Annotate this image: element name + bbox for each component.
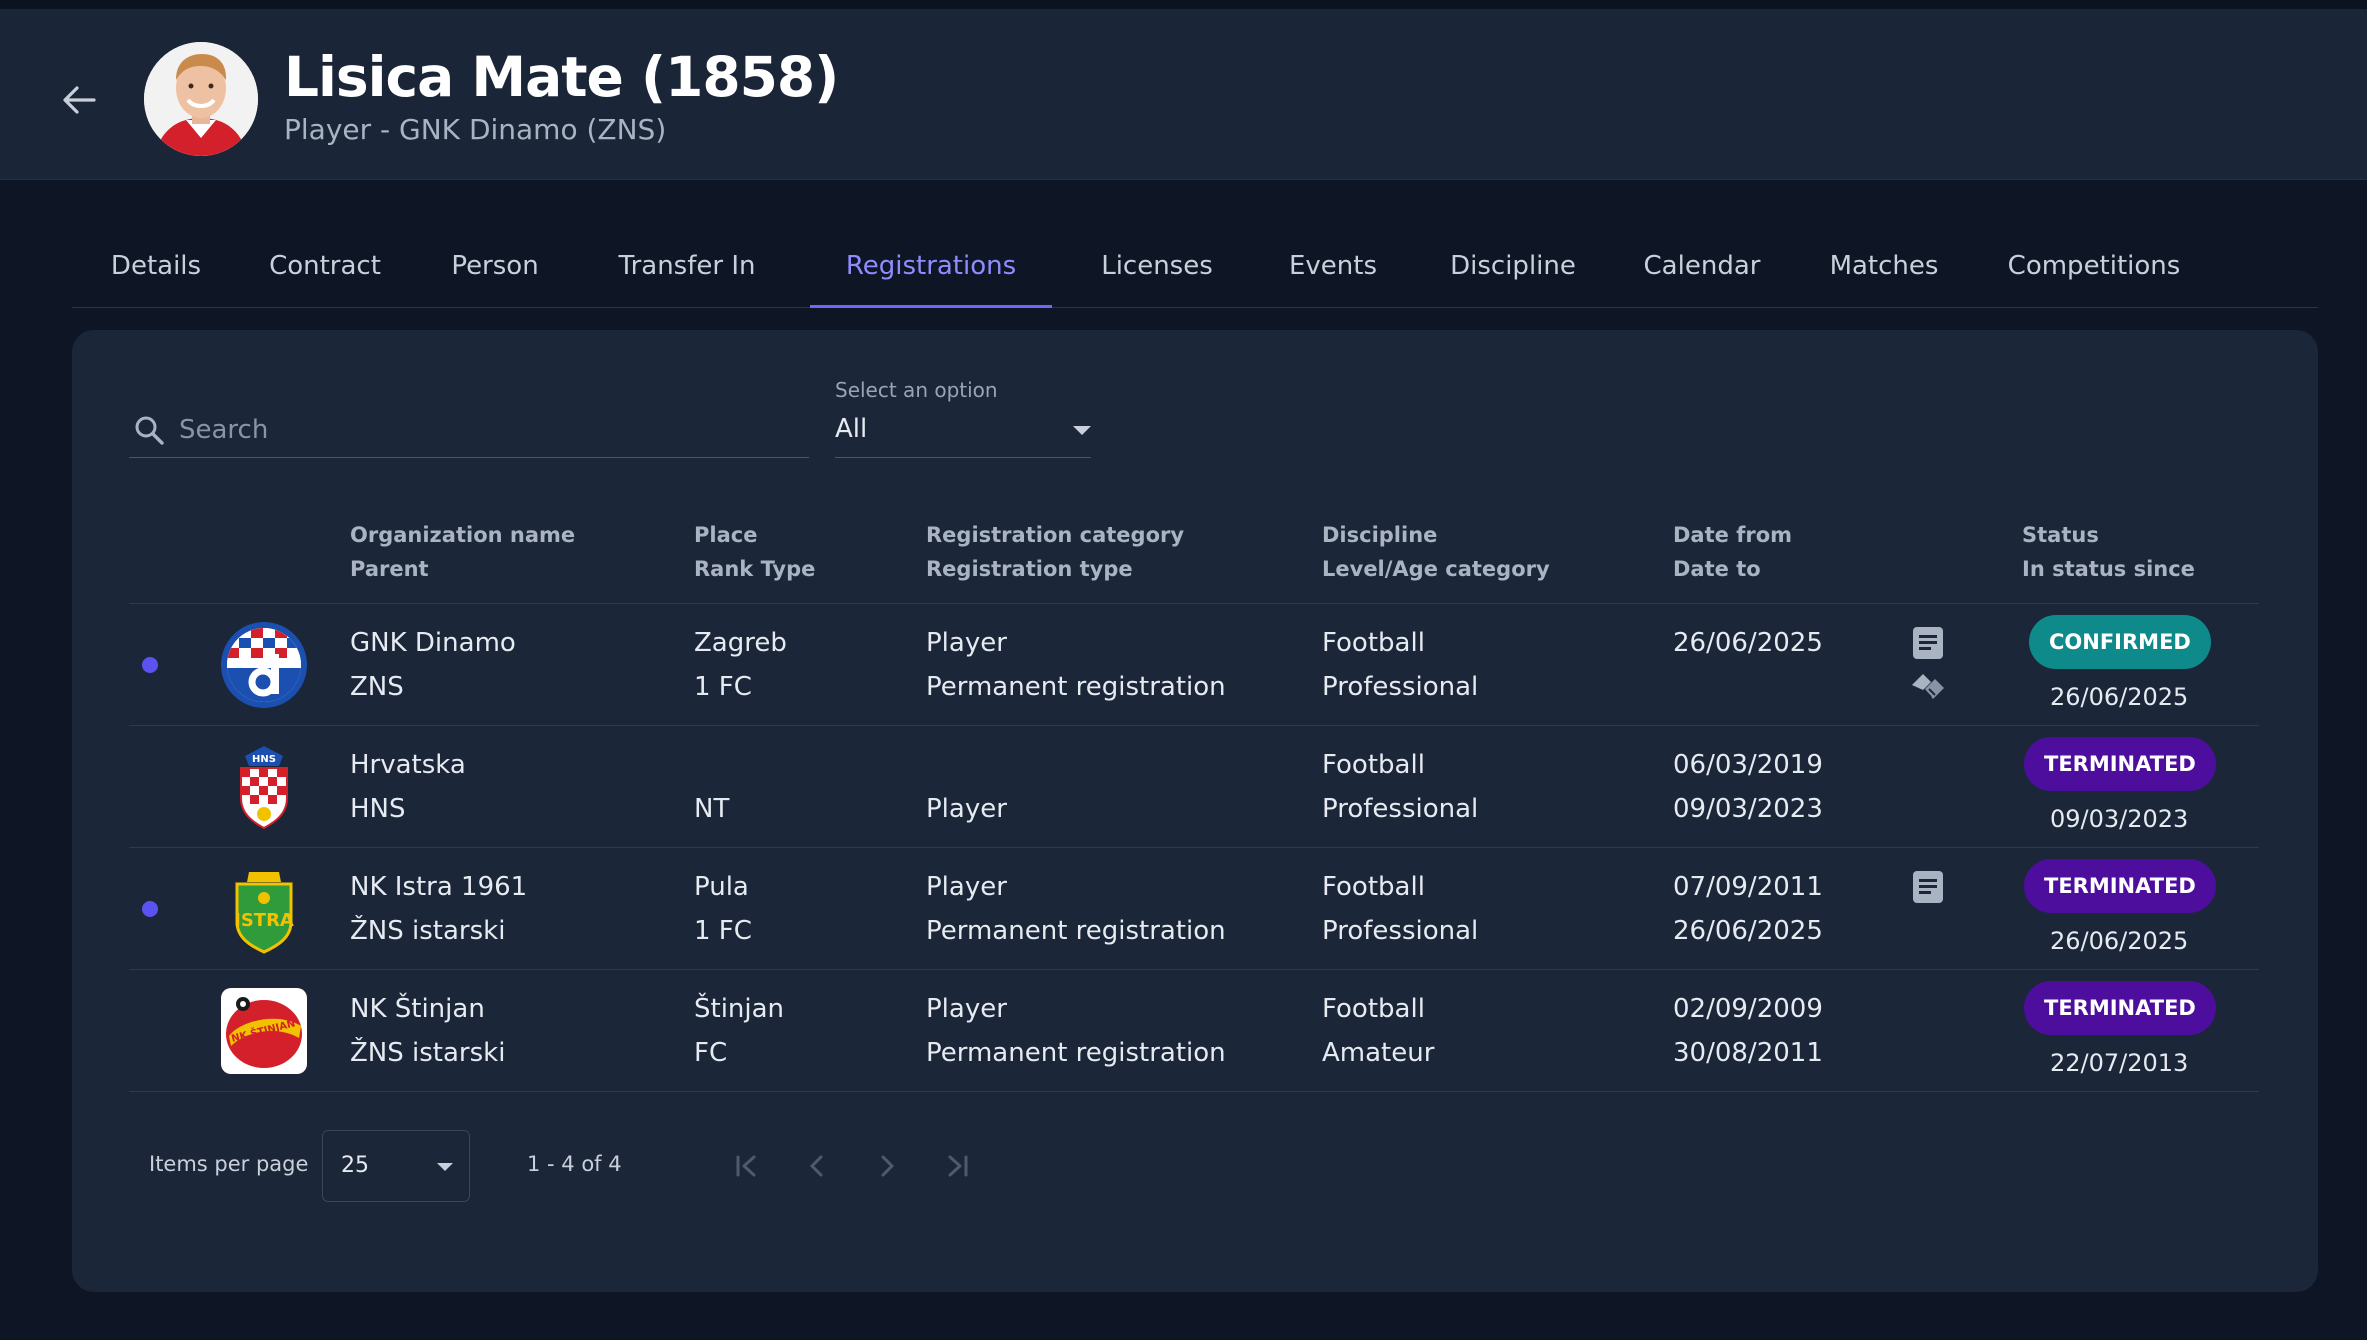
handshake-icon[interactable] [1909,667,1947,705]
status-since: 26/06/2025 [2050,683,2189,711]
status-since: 09/03/2023 [2050,805,2189,833]
chevron-right-icon [881,1155,894,1177]
registration-cell: Player Permanent registration [926,628,1226,702]
place-cell: Pula 1 FC [694,872,752,946]
next-page-button[interactable] [867,1146,907,1186]
discipline-cell: Football Professional [1322,628,1479,702]
registrations-card: Select an option All Organization namePa… [72,330,2318,1292]
header-registration: Registration category Registration type [926,523,1185,581]
dates-cell: 07/09/2011 26/06/2025 [1673,872,1823,946]
svg-text:ISTRA: ISTRA [234,910,294,931]
header-organization: Organization name Parent [350,523,576,581]
org-cell: NK Štinjan ŽNS istarski [350,994,506,1068]
dinamo-logo [221,622,307,708]
table-header: Organization name Parent Place Rank Type R… [129,500,2259,604]
tab-registrations[interactable]: Registrations [810,232,1052,308]
place-cell: Štinjan FC [694,994,785,1068]
first-page-icon [736,1155,756,1177]
status-badge: CONFIRMED [2029,615,2211,669]
pagination: Items per page 25 1 - 4 of 4 [129,1130,1029,1202]
items-per-page-select[interactable]: 25 [322,1130,470,1202]
page-header: Lisica Mate (1858) Player - GNK Dinamo (… [0,9,2367,180]
unread-dot [142,901,158,917]
registration-cell: Player Permanent registration [926,872,1226,946]
tab-details[interactable]: Details [72,232,240,308]
status-badge: TERMINATED [2024,737,2216,791]
tab-events[interactable]: Events [1248,232,1418,308]
header-status: Status In status since [2022,523,2195,581]
status-badge: TERMINATED [2024,981,2216,1035]
tab-matches[interactable]: Matches [1796,232,1972,308]
status-badge: TERMINATED [2024,859,2216,913]
document-icon[interactable] [1909,624,1947,662]
header-place: Place Rank Type [694,523,816,581]
search-input[interactable] [179,414,779,445]
svg-text:HNS: HNS [252,754,276,765]
tab-calendar[interactable]: Calendar [1608,232,1796,308]
first-page-button[interactable] [727,1146,767,1186]
tab-discipline[interactable]: Discipline [1418,232,1608,308]
place-cell: NT [694,794,730,824]
status-since: 22/07/2013 [2050,1049,2189,1077]
stinjan-logo: NK ŠTINJAN [221,988,307,1074]
org-cell: Hrvatska HNS [350,750,466,824]
tab-transfer-in[interactable]: Transfer In [580,232,794,308]
discipline-cell: Football Professional [1322,872,1479,946]
top-strip [0,0,2367,9]
previous-page-button[interactable] [797,1146,837,1186]
chevron-down-icon [1073,426,1091,435]
discipline-cell: Football Amateur [1322,994,1435,1068]
dates-cell: 26/06/2025 [1673,628,1823,658]
page-title: Lisica Mate (1858) [284,45,839,109]
table-row[interactable]: ISTRA NK Istra 1961 ŽNS istarski Pula 1 FC… [129,848,2259,970]
tab-contract[interactable]: Contract [240,232,410,308]
header-dates: Date from Date to [1673,523,1792,581]
search-icon [135,416,164,445]
place-cell: Zagreb 1 FC [694,628,787,702]
tab-competitions[interactable]: Competitions [1972,232,2216,308]
registration-cell: Player Permanent registration [926,994,1226,1068]
player-avatar [144,42,258,156]
tab-bar: Details Contract Person Transfer In Regi… [72,232,2318,308]
discipline-cell: Football Professional [1322,750,1479,824]
table-row[interactable]: GNK Dinamo ZNS Zagreb 1 FC Player Permanent… [129,604,2259,726]
registration-cell: Player [926,794,1007,824]
items-per-page-label: Items per page [149,1152,309,1176]
last-page-icon [948,1155,968,1177]
table-row[interactable]: HNS Hrvatska HNS NT Player Football Prof… [129,726,2259,848]
istra-logo: ISTRA [234,872,294,954]
tab-licenses[interactable]: Licenses [1066,232,1248,308]
last-page-button[interactable] [937,1146,977,1186]
status-select[interactable]: Select an option All [835,378,1091,458]
search-box [129,402,809,458]
table-row[interactable]: NK ŠTINJAN NK Štinjan ŽNS istarski Štinja… [129,970,2259,1092]
items-per-page-value: 25 [341,1153,369,1178]
back-button[interactable] [54,75,104,125]
page-range: 1 - 4 of 4 [527,1152,622,1176]
status-since: 26/06/2025 [2050,927,2189,955]
select-value: All [835,414,868,444]
header-discipline: Discipline Level/Age category [1322,523,1550,581]
hns-logo: HNS [240,746,288,830]
chevron-left-icon [810,1155,823,1177]
tab-person[interactable]: Person [410,232,580,308]
registrations-table: Organization name Parent Place Rank Type R… [129,500,2259,1092]
page-subtitle: Player - GNK Dinamo (ZNS) [284,113,667,146]
select-label: Select an option [835,378,998,402]
org-cell: GNK Dinamo ZNS [350,628,516,702]
org-cell: NK Istra 1961 ŽNS istarski [350,872,528,946]
arrow-left-icon [63,86,96,114]
dates-cell: 06/03/2019 09/03/2023 [1673,750,1823,824]
dates-cell: 02/09/2009 30/08/2011 [1673,994,1823,1068]
chevron-down-icon [437,1163,453,1171]
document-icon[interactable] [1909,868,1947,906]
unread-dot [142,657,158,673]
